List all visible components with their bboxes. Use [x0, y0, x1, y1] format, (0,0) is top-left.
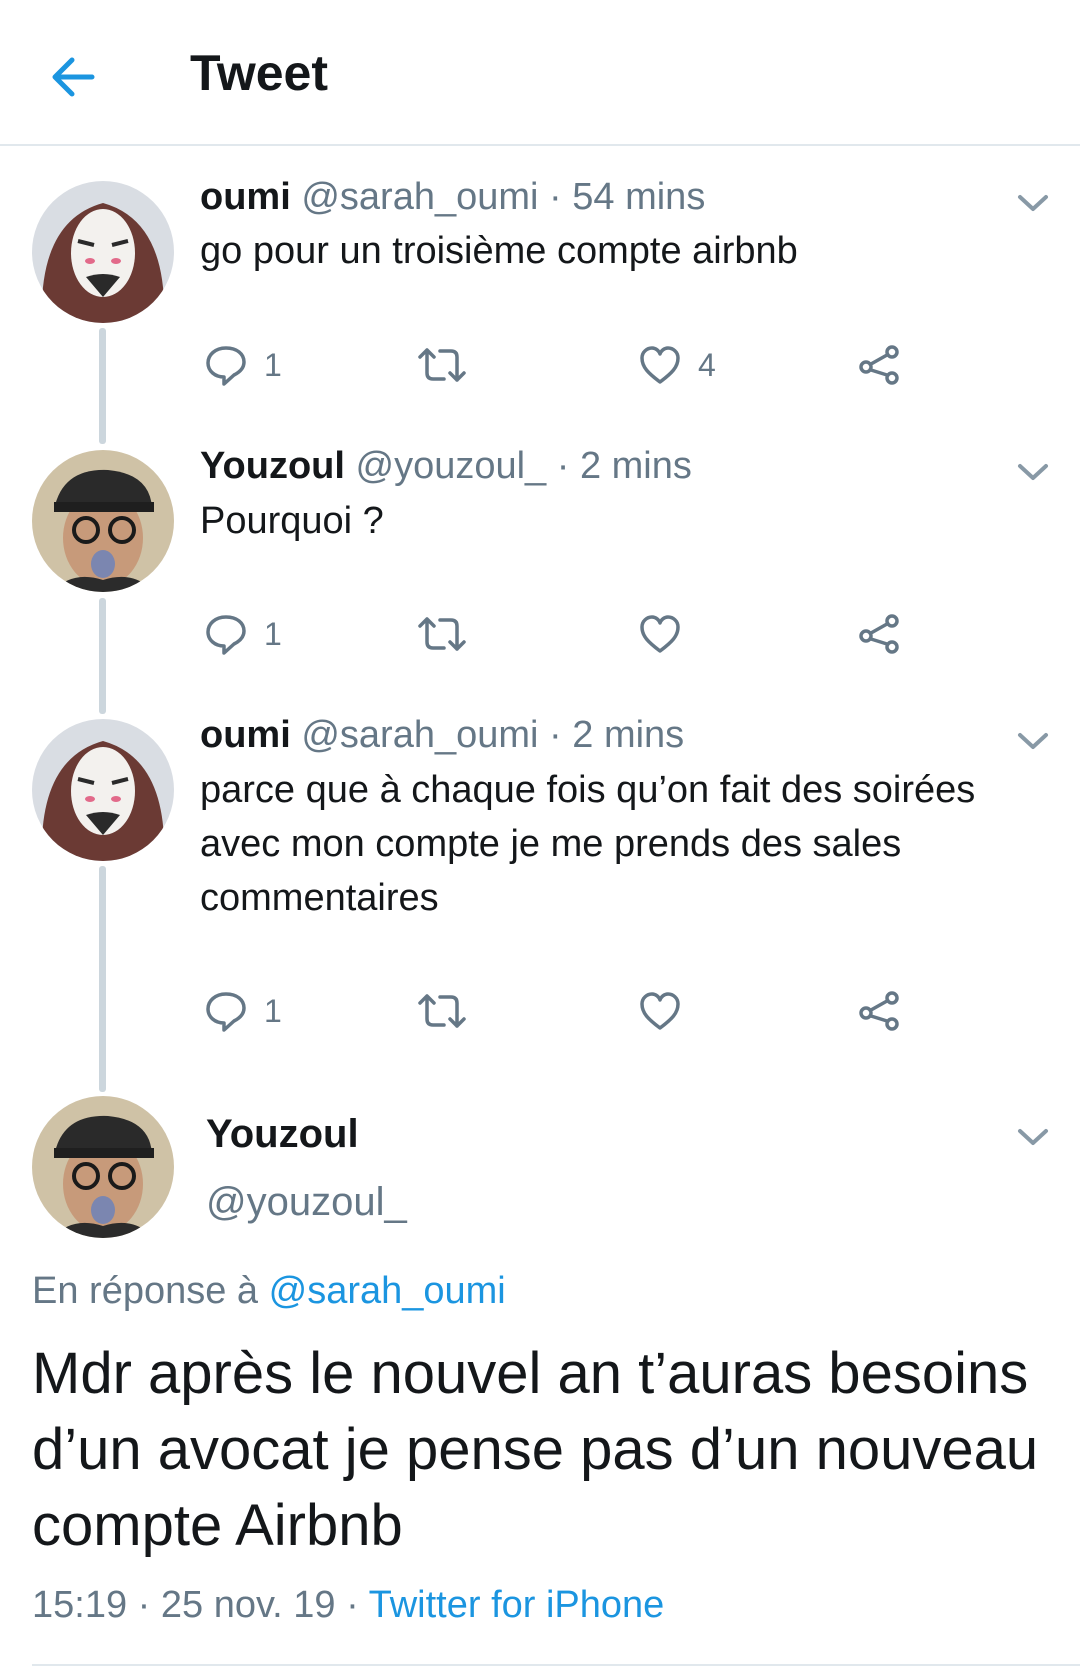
- thread-line: [99, 598, 106, 714]
- thread-line: [99, 328, 106, 444]
- reply-context: En réponse à @sarah_oumi: [32, 1270, 506, 1313]
- retweet-button[interactable]: [416, 340, 468, 390]
- tweet-timestamp: 15:19 · 25 nov. 19 · Twitter for iPhone: [32, 1584, 664, 1627]
- avatar-youzoul[interactable]: [32, 1096, 174, 1238]
- main-tweet-text: Mdr après le nouvel an t’auras besoins d…: [32, 1341, 1039, 1558]
- handle[interactable]: @sarah_oumi: [301, 714, 538, 756]
- tweet-actions: 1: [200, 986, 920, 1036]
- reply-button[interactable]: 1: [204, 340, 282, 390]
- retweet-icon: [418, 617, 466, 651]
- top-bar: Tweet: [0, 0, 1080, 146]
- reply-count: 1: [264, 992, 282, 1029]
- main-handle[interactable]: @youzoul_: [206, 1180, 407, 1225]
- share-button[interactable]: [858, 609, 902, 659]
- tweet-time: · 2 mins: [549, 714, 685, 756]
- arrow-left-icon: [52, 57, 95, 97]
- tweet-time: · 2 mins: [556, 445, 692, 487]
- chevron-down-icon: [1018, 1129, 1048, 1145]
- handle[interactable]: @youzoul_: [356, 445, 547, 487]
- reply-count: 1: [264, 615, 282, 652]
- heart-icon: [640, 615, 680, 653]
- share-icon: [859, 991, 899, 1031]
- tweet-actions: 1 4: [200, 340, 920, 390]
- tweet-datetime: 15:19 · 25 nov. 19 ·: [32, 1584, 359, 1626]
- heart-icon: [640, 346, 680, 384]
- avatar-oumi[interactable]: [32, 719, 174, 861]
- avatar-oumi[interactable]: [32, 181, 174, 323]
- thread-line: [99, 866, 106, 1092]
- tweet-menu-button[interactable]: [1016, 1126, 1050, 1148]
- retweet-button[interactable]: [416, 609, 468, 659]
- chevron-down-icon: [1018, 195, 1048, 211]
- avatar-youzoul[interactable]: [32, 450, 174, 592]
- share-button[interactable]: [858, 986, 902, 1036]
- tweet-text: Pourquoi ?: [200, 500, 384, 542]
- like-button[interactable]: [638, 986, 698, 1036]
- handle[interactable]: @sarah_oumi: [301, 176, 538, 218]
- chevron-down-icon: [1018, 733, 1048, 749]
- reply-count: 1: [264, 346, 282, 383]
- chevron-down-icon: [1018, 464, 1048, 480]
- reply-button[interactable]: 1: [204, 609, 282, 659]
- tweet-time: · 54 mins: [549, 176, 706, 218]
- main-display-name[interactable]: Youzoul: [206, 1112, 359, 1157]
- share-icon: [859, 614, 899, 654]
- tweet-header: oumi @sarah_oumi · 54 mins: [200, 176, 705, 219]
- display-name[interactable]: oumi: [200, 714, 291, 756]
- display-name[interactable]: oumi: [200, 176, 291, 218]
- retweet-icon: [418, 348, 466, 382]
- reply-mention-link[interactable]: @sarah_oumi: [269, 1270, 506, 1312]
- reply-icon: [206, 346, 246, 386]
- reply-prefix: En réponse à: [32, 1270, 259, 1312]
- tweet-header: oumi @sarah_oumi · 2 mins: [200, 714, 684, 757]
- source-link[interactable]: Twitter for iPhone: [369, 1584, 665, 1626]
- tweet-menu-button[interactable]: [1016, 461, 1050, 483]
- retweet-button[interactable]: [416, 986, 468, 1036]
- share-icon: [859, 345, 899, 385]
- like-button[interactable]: 4: [638, 340, 716, 390]
- display-name[interactable]: Youzoul: [200, 445, 345, 487]
- page-title: Tweet: [190, 45, 328, 101]
- tweet-menu-button[interactable]: [1016, 730, 1050, 752]
- retweet-icon: [418, 994, 466, 1028]
- tweet-menu-button[interactable]: [1016, 192, 1050, 214]
- reply-icon: [206, 992, 246, 1032]
- reply-button[interactable]: 1: [204, 986, 282, 1036]
- like-count: 4: [698, 346, 716, 383]
- back-button[interactable]: [46, 50, 100, 104]
- tweet-text: parce que à chaque fois qu’on fait des s…: [200, 769, 976, 919]
- tweet-actions: 1: [200, 609, 920, 659]
- reply-icon: [206, 615, 246, 655]
- divider: [32, 1664, 1080, 1666]
- tweet-header: Youzoul @youzoul_ · 2 mins: [200, 445, 692, 488]
- share-button[interactable]: [858, 340, 902, 390]
- heart-icon: [640, 992, 680, 1030]
- tweet-text: go pour un troisième compte airbnb: [200, 230, 798, 272]
- like-button[interactable]: [638, 609, 698, 659]
